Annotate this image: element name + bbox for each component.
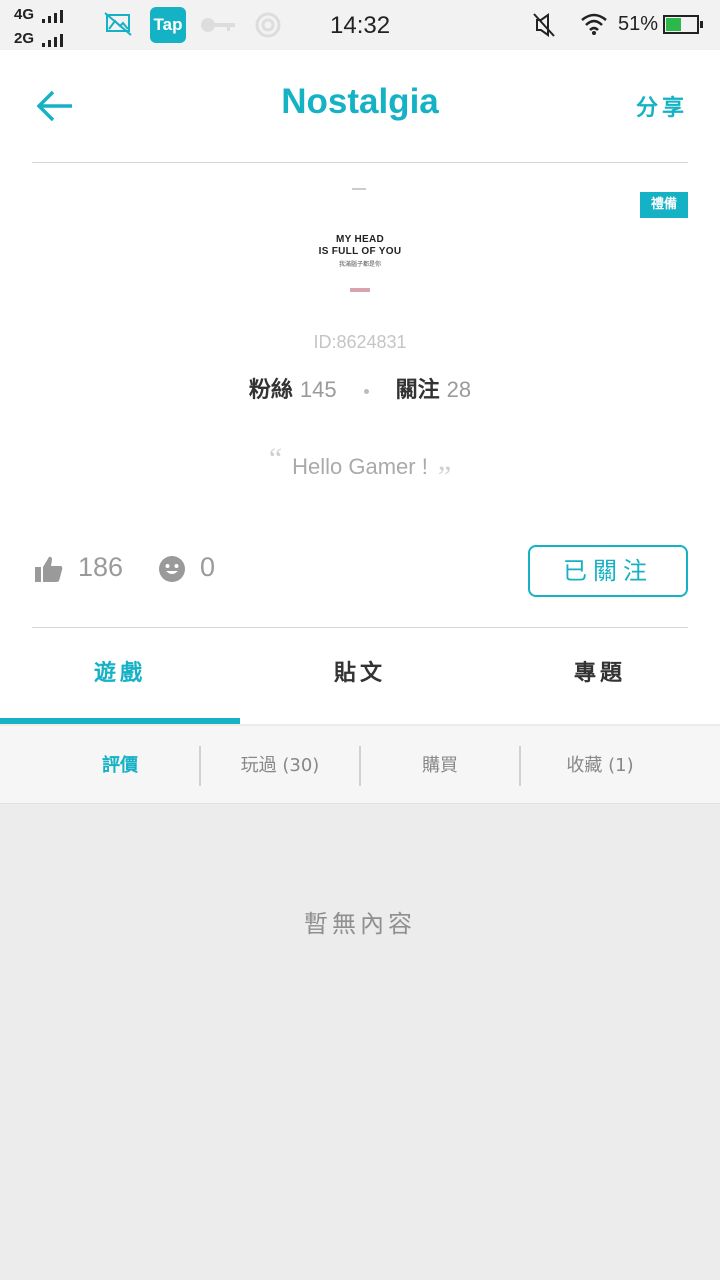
fans-count[interactable]: 145 <box>300 377 337 402</box>
tab-topics[interactable]: 專題 <box>480 640 720 724</box>
fans-label[interactable]: 粉絲 <box>249 378 293 403</box>
signal-bars-icon <box>42 30 66 47</box>
battery-icon <box>663 15 703 34</box>
battery-percent: 51% <box>618 13 659 35</box>
signal-bars-icon <box>42 6 66 23</box>
signal-2g: 2G <box>14 30 66 47</box>
like-count: 186 <box>78 552 124 582</box>
like-stat[interactable]: 186 <box>34 552 123 583</box>
following-button[interactable]: 已關注 <box>528 545 688 597</box>
mute-icon <box>533 13 555 37</box>
subtab-purchased[interactable]: 購買 <box>360 726 520 804</box>
following-count[interactable]: 28 <box>447 377 471 402</box>
network-label-2: 2G <box>14 30 35 47</box>
smile-count: 0 <box>200 552 216 582</box>
tap-app-icon: Tap <box>150 7 186 43</box>
user-motto: “ Hello Gamer ! ” <box>0 442 720 493</box>
avatar-text-line-1: MY HEAD <box>335 234 385 245</box>
smile-stat[interactable]: 0 <box>158 552 215 583</box>
signal-4g: 4G <box>14 6 66 23</box>
key-icon <box>201 18 235 32</box>
close-quote-icon: ” <box>437 460 452 493</box>
profile-panel: Nostalgia 分享 禮備 MY HEAD IS FULL OF YOU 我… <box>0 50 720 724</box>
content-tabs: 遊戲 貼文 專題 <box>0 640 720 724</box>
tab-games[interactable]: 遊戲 <box>0 640 240 724</box>
page-title: Nostalgia <box>281 82 439 121</box>
avatar-text-line-2: IS FULL OF YOU <box>318 246 402 257</box>
tab-posts[interactable]: 貼文 <box>240 640 480 724</box>
avatar[interactable]: MY HEAD IS FULL OF YOU 我滿腦子都是你 <box>304 182 416 302</box>
image-icon <box>104 12 132 36</box>
avatar-decoration <box>350 288 370 292</box>
thumbs-up-icon <box>35 556 63 582</box>
subtab-favorites[interactable]: 收藏 (1) <box>520 726 680 804</box>
section-divider <box>32 627 688 628</box>
avatar-decoration <box>352 188 366 190</box>
separator-dot <box>363 388 369 394</box>
header-divider <box>32 162 688 163</box>
following-label[interactable]: 關注 <box>396 378 440 403</box>
network-label-1: 4G <box>14 6 35 23</box>
subtab-played[interactable]: 玩過 (30) <box>200 726 360 804</box>
status-bar: 4G 2G Tap 14:32 51% <box>0 0 720 50</box>
follow-stats: 粉絲 145 關注 28 <box>0 372 720 404</box>
sync-icon <box>255 12 281 38</box>
status-badge: 禮備 <box>640 192 688 218</box>
empty-state-message: 暫無內容 <box>304 910 416 938</box>
open-quote-icon: “ <box>268 442 283 475</box>
avatar-text-line-3: 我滿腦子都是你 <box>338 261 381 268</box>
subtab-reviews[interactable]: 評價 <box>40 726 200 804</box>
share-button[interactable]: 分享 <box>636 90 688 122</box>
battery-fill <box>666 18 681 31</box>
sub-tabs: 評價 玩過 (30) 購買 收藏 (1) <box>0 726 720 804</box>
wifi-icon <box>581 13 607 35</box>
clock: 14:32 <box>330 12 391 39</box>
active-tab-indicator <box>0 718 240 724</box>
motto-text: Hello Gamer ! <box>292 454 428 479</box>
user-id: ID:8624831 <box>313 332 407 352</box>
smile-icon <box>159 555 185 582</box>
back-arrow-icon[interactable] <box>34 86 78 130</box>
